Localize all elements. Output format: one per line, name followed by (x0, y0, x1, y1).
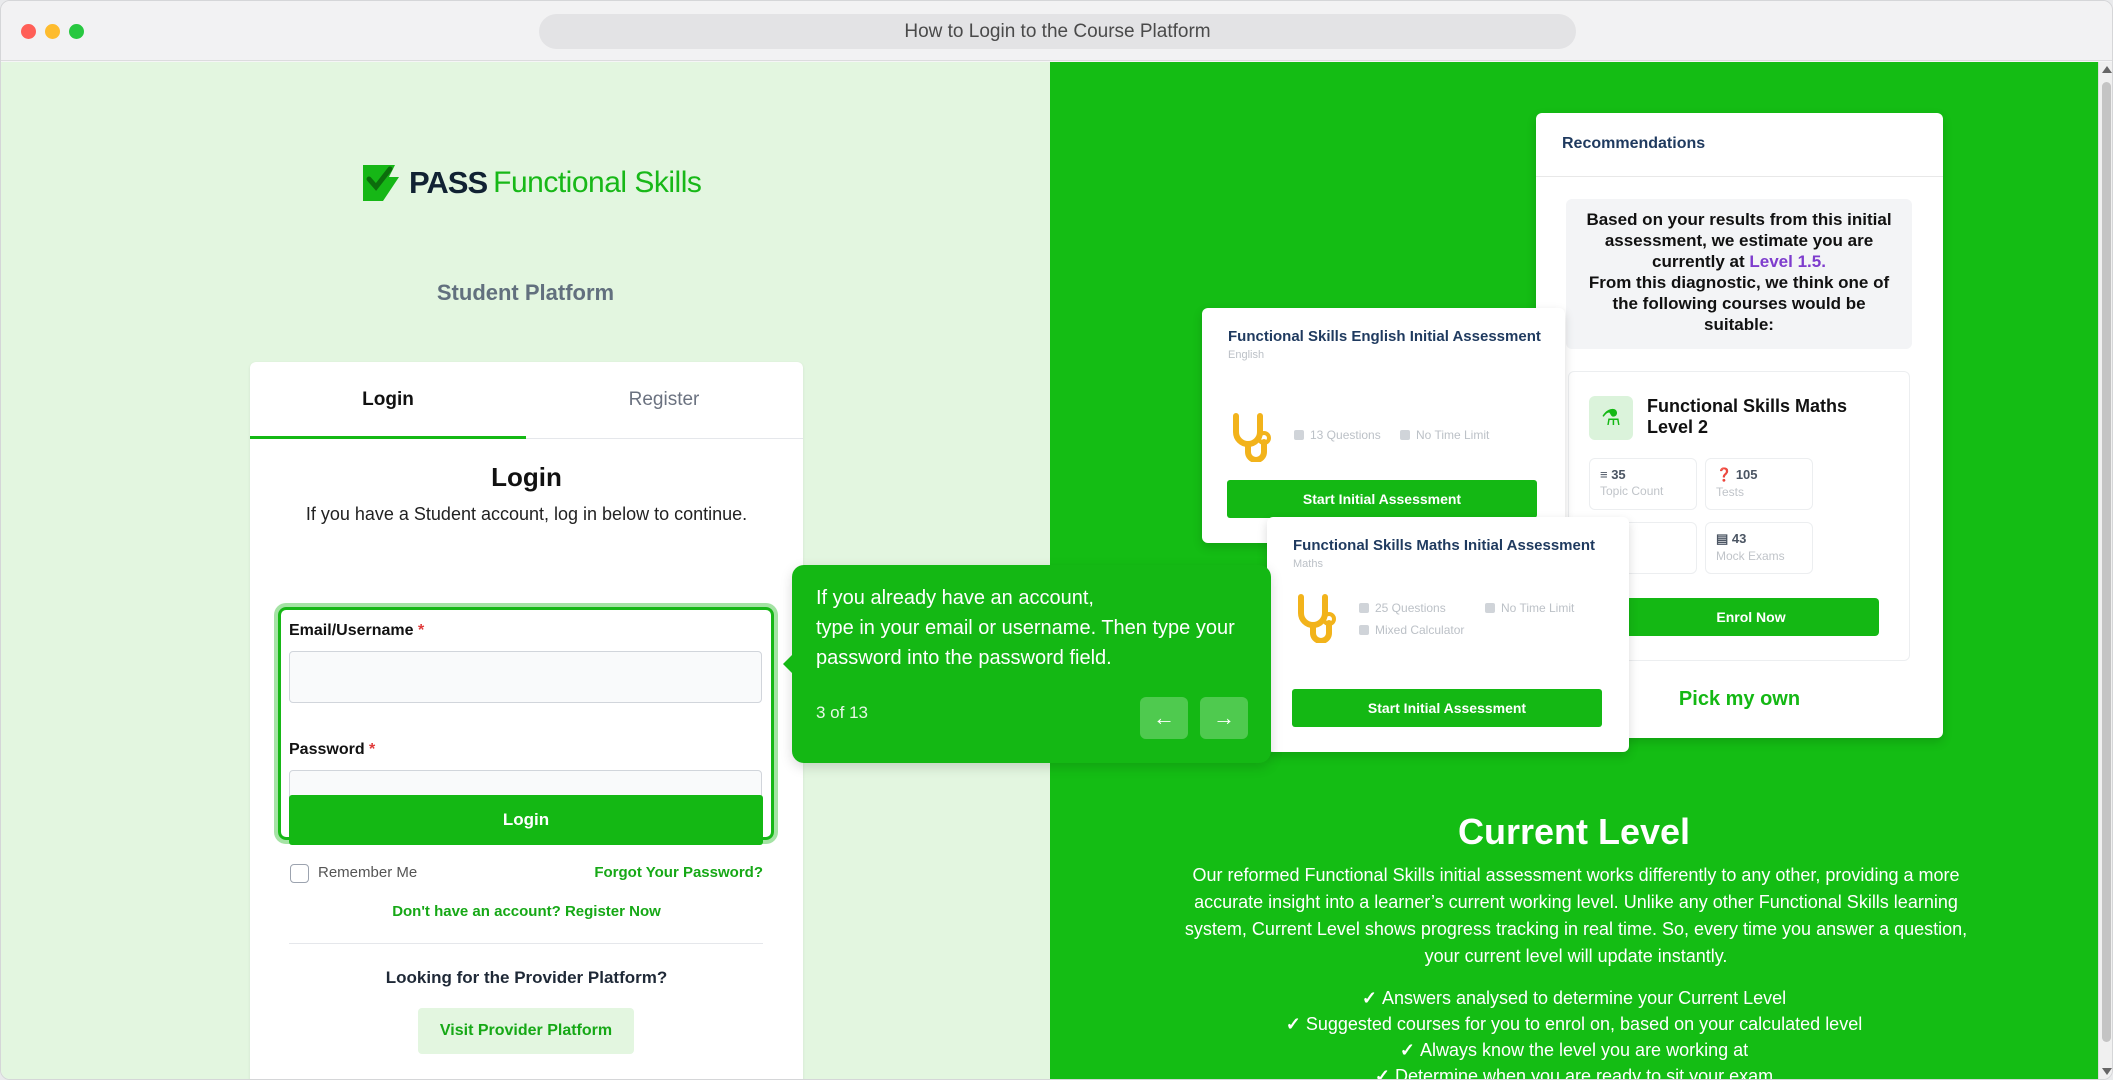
assessment-calculator: Mixed Calculator (1359, 623, 1464, 637)
arrow-right-icon: → (1213, 705, 1235, 730)
divider (289, 943, 763, 944)
brand-logo: PASS Functional Skills (359, 158, 702, 208)
current-level-description: Our reformed Functional Skills initial a… (1184, 865, 1968, 966)
assessment-questions: 25 Questions (1359, 601, 1446, 615)
tooltip-arrow (783, 655, 792, 673)
maths-assessment-card: Functional Skills Maths Initial Assessme… (1267, 517, 1629, 752)
assessment-title: Functional Skills English Initial Assess… (1228, 328, 1541, 345)
register-now-link[interactable]: Don't have an account? Register Now (250, 903, 803, 920)
current-level-bullets: Answers analysed to determine your Curre… (1050, 985, 2098, 1079)
brand-name-rest: Functional Skills (493, 166, 702, 199)
stethoscope-icon (1233, 413, 1271, 462)
assessment-time-limit: No Time Limit (1485, 601, 1574, 615)
tooltip-step-counter: 3 of 13 (816, 703, 868, 722)
email-field[interactable] (289, 651, 762, 703)
start-english-assessment-button[interactable]: Start Initial Assessment (1227, 480, 1537, 518)
provider-question: Looking for the Provider Platform? (385, 968, 668, 987)
minimize-window-button[interactable] (45, 24, 60, 39)
assessment-time-limit: No Time Limit (1400, 428, 1489, 442)
start-maths-assessment-button[interactable]: Start Initial Assessment (1292, 689, 1602, 727)
flask-icon: ⚗ (1589, 396, 1633, 440)
remember-me-label: Remember Me (318, 864, 418, 881)
forgot-password-link[interactable]: Forgot Your Password? (594, 864, 763, 881)
recommendations-header: Recommendations (1536, 113, 1943, 177)
level-estimate: Based on your results from this initial … (1566, 199, 1912, 349)
tour-tooltip: If you already have an account, type in … (783, 565, 1271, 763)
tab-login[interactable]: Login (250, 362, 526, 439)
enrol-now-button[interactable]: Enrol Now (1623, 598, 1879, 636)
password-label: Password * (289, 741, 376, 758)
list-item: Determine when you are ready to sit your… (1050, 1063, 2098, 1079)
tooltip-prev-button[interactable]: ← (1140, 697, 1188, 739)
tooltip-text: If you already have an account, type in … (816, 587, 1235, 669)
logo-check-icon (363, 165, 399, 201)
scroll-down-icon[interactable] (2102, 1068, 2112, 1075)
assessment-subject: English (1228, 349, 1265, 361)
title-bar: How to Login to the Course Platform (1, 1, 2112, 61)
assessment-subject: Maths (1293, 558, 1323, 570)
scrollbar-thumb[interactable] (2102, 82, 2111, 1042)
address-bar[interactable]: How to Login to the Course Platform (539, 14, 1576, 49)
login-card: Login Register Login If you have a Stude… (250, 362, 803, 1079)
login-intro: If you have a Student account, log in be… (305, 504, 748, 524)
login-button[interactable]: Login (289, 795, 763, 845)
tooltip-next-button[interactable]: → (1200, 697, 1248, 739)
list-item: Answers analysed to determine your Curre… (1050, 985, 2098, 1011)
scrollbar[interactable] (2098, 62, 2112, 1079)
maximize-window-button[interactable] (69, 24, 84, 39)
login-heading: Login (491, 462, 562, 492)
course-title: Functional Skills Maths Level 2 (1647, 396, 1848, 437)
current-level-title: Current Level (1457, 811, 1691, 852)
level-value: Level 1.5. (1749, 252, 1826, 271)
stat-mock-exams: ▤ 43 Mock Exams (1705, 522, 1813, 574)
list-item: Always know the level you are working at (1050, 1037, 2098, 1063)
email-label: Email/Username * (289, 622, 425, 639)
stat-topic-count: ≡ 35 Topic Count (1589, 458, 1697, 510)
scroll-up-icon[interactable] (2102, 66, 2112, 73)
visit-provider-button[interactable]: Visit Provider Platform (418, 1008, 634, 1054)
assessment-title: Functional Skills Maths Initial Assessme… (1293, 537, 1596, 554)
assessment-questions: 13 Questions (1294, 428, 1381, 442)
remember-me-checkbox[interactable] (290, 864, 309, 883)
list-item: Suggested courses for you to enrol on, b… (1050, 1011, 2098, 1037)
english-assessment-card: Functional Skills English Initial Assess… (1202, 308, 1565, 543)
tab-register[interactable]: Register (526, 362, 802, 439)
platform-subtitle: Student Platform (436, 280, 615, 305)
brand-name-bold: PASS (409, 165, 488, 200)
arrow-left-icon: ← (1153, 705, 1175, 730)
stat-tests: ❓ 105 Tests (1705, 458, 1813, 510)
close-window-button[interactable] (21, 24, 36, 39)
auth-tabs: Login Register (250, 362, 803, 439)
browser-window: How to Login to the Course Platform PASS… (0, 0, 2113, 1080)
stethoscope-icon (1298, 594, 1336, 643)
